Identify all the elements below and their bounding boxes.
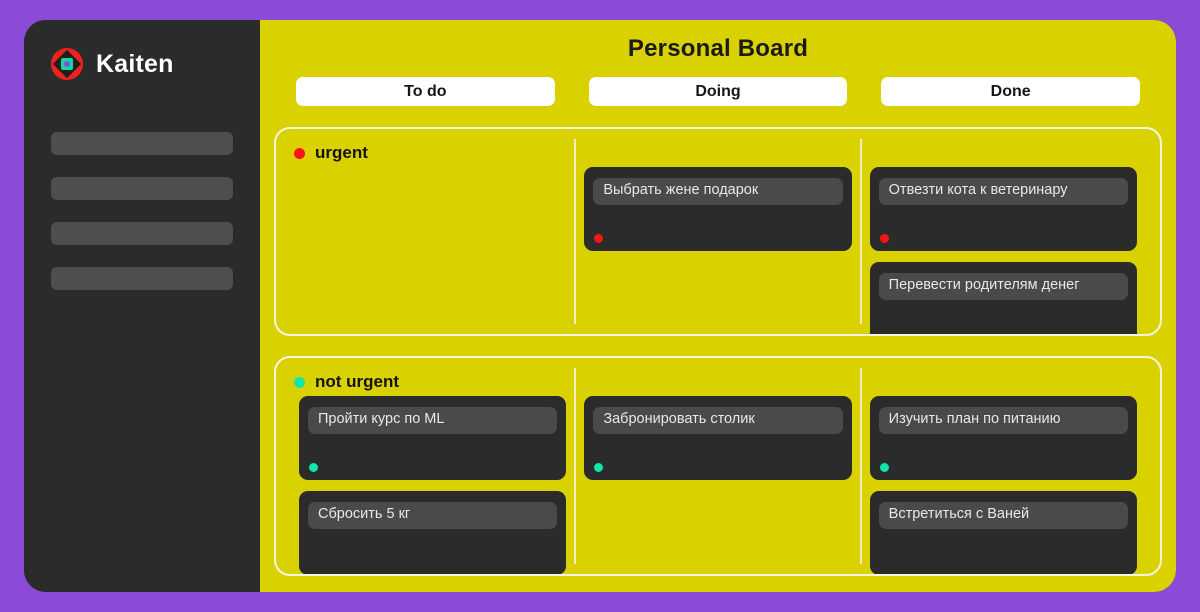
card[interactable]: Отвезти кота к ветеринару — [869, 167, 1137, 251]
card[interactable]: Забронировать столик — [584, 396, 852, 480]
column-header-todo[interactable]: To do — [296, 77, 555, 106]
sidebar-item-placeholder-2[interactable] — [51, 177, 233, 200]
card-title: Забронировать столик — [593, 407, 843, 434]
card[interactable]: Изучить план по питанию — [869, 396, 1137, 480]
card[interactable]: Выбрать жене подарок — [584, 167, 852, 251]
swimlane-not-urgent-header: not urgent — [276, 358, 1160, 396]
swimlane-urgent-header: urgent — [276, 129, 1160, 167]
kaiten-logo-icon — [51, 48, 83, 80]
card-title: Сбросить 5 кг — [308, 502, 558, 529]
swimlane-not-urgent: Пройти курс по ML Сбросить 5 кг Забронир… — [274, 356, 1162, 576]
card-title: Отвезти кота к ветеринару — [878, 178, 1128, 205]
sidebar-item-placeholder-4[interactable] — [51, 267, 233, 290]
brand-name: Kaiten — [96, 49, 174, 78]
card-title: Выбрать жене подарок — [593, 178, 843, 205]
column-header-done[interactable]: Done — [881, 77, 1141, 106]
card-title: Перевести родителям денег — [878, 273, 1128, 300]
swimlane-label: not urgent — [315, 372, 400, 391]
not-urgent-dot-icon — [294, 376, 305, 388]
card-priority-dot-icon — [879, 463, 889, 472]
sidebar-item-placeholder-3[interactable] — [51, 222, 233, 245]
urgent-dot-icon — [294, 147, 305, 159]
brand[interactable]: Kaiten — [24, 40, 260, 88]
page-title: Personal Board — [627, 35, 809, 62]
card[interactable]: Перевести родителям денег — [869, 262, 1137, 334]
card-title: Встретиться с Ваней — [878, 502, 1128, 529]
swimlane-urgent: Выбрать жене подарок Отвезти кота к вете… — [274, 127, 1162, 336]
card-priority-dot-icon — [309, 463, 318, 472]
column-headers: To do Doing Done — [260, 63, 1176, 106]
card-title: Изучить план по питанию — [878, 407, 1128, 434]
card-title: Пройти курс по ML — [308, 407, 558, 434]
card[interactable]: Пройти курс по ML — [299, 396, 567, 480]
swimlane-label: urgent — [315, 143, 368, 162]
sidebar-nav — [24, 132, 260, 290]
app-window: Kaiten Personal Board To do Doing Done В… — [24, 20, 1176, 592]
board: Personal Board To do Doing Done Выбрать … — [260, 20, 1176, 592]
sidebar: Kaiten — [24, 20, 260, 592]
card-priority-dot-icon — [594, 234, 604, 243]
card-priority-dot-icon — [594, 463, 604, 472]
sidebar-item-placeholder-1[interactable] — [51, 132, 233, 155]
card[interactable]: Сбросить 5 кг — [299, 491, 567, 574]
column-header-doing[interactable]: Doing — [588, 77, 848, 106]
card-priority-dot-icon — [879, 234, 889, 243]
card[interactable]: Встретиться с Ваней — [869, 491, 1137, 574]
